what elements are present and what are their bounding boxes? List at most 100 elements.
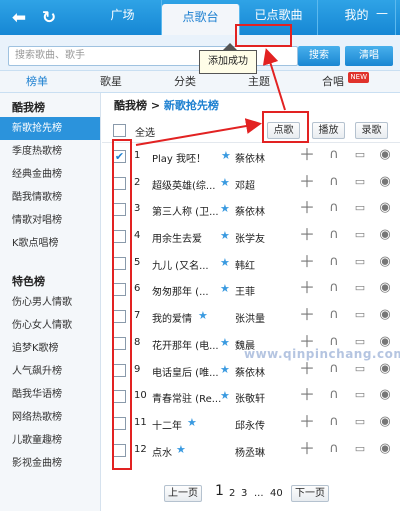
sidebar-item[interactable]: 儿歌童趣榜: [0, 429, 100, 452]
next-page-button[interactable]: 下一页: [291, 485, 329, 502]
song-row[interactable]: 2 超级英雄(综... ★ 邓超＋ ∩ ▭ ◉: [102, 170, 400, 197]
song-row[interactable]: 7 我的爱情 ★ 张洪量 ＋ ∩ ▭ ◉: [102, 303, 400, 330]
record-dot-icon[interactable]: ◉: [378, 201, 392, 215]
sidebar-item[interactable]: 情歌对唱榜: [0, 209, 100, 232]
sidebar-item[interactable]: 网络热歌榜: [0, 406, 100, 429]
tab-themes[interactable]: 主题: [222, 71, 296, 92]
add-icon[interactable]: ＋: [299, 413, 315, 429]
add-icon[interactable]: ＋: [299, 227, 315, 243]
headphones-icon[interactable]: ∩: [327, 441, 341, 456]
tab-genres[interactable]: 分类: [148, 71, 222, 92]
headphones-icon[interactable]: ∩: [327, 388, 341, 402]
song-row[interactable]: 12 点水 ★ 杨丞琳 ＋ ∩ ▭ ◉: [102, 437, 400, 464]
tab-duet[interactable]: 合唱 NEW: [296, 71, 370, 92]
page-link[interactable]: 2: [229, 485, 235, 502]
breadcrumb-parent[interactable]: 酷我榜 >: [114, 99, 160, 112]
record-dot-icon[interactable]: ◉: [378, 228, 392, 242]
tv-icon[interactable]: ▭: [353, 308, 367, 322]
song-artist[interactable]: 邓超: [235, 177, 255, 192]
sidebar-item[interactable]: 人气飙升榜: [0, 360, 100, 383]
sidebar-item[interactable]: 酷我华语榜: [0, 383, 100, 406]
song-artist[interactable]: 蔡依林: [235, 150, 265, 165]
song-row[interactable]: 4 用余生去爱 ★ 张学友＋ ∩ ▭ ◉: [102, 223, 400, 250]
song-artist[interactable]: 张敬轩: [235, 390, 265, 405]
sidebar-item[interactable]: 追梦K歌榜: [0, 337, 100, 360]
song-artist[interactable]: 王菲: [235, 283, 255, 298]
tv-icon[interactable]: ▭: [353, 148, 367, 162]
song-row[interactable]: 6 匆匆那年 (... ★ 王菲＋ ∩ ▭ ◉: [102, 276, 400, 303]
page-link[interactable]: 3: [241, 485, 247, 502]
select-all-checkbox[interactable]: [113, 124, 126, 137]
sidebar-item[interactable]: 酷我情歌榜: [0, 186, 100, 209]
record-button[interactable]: 录歌: [355, 122, 388, 139]
add-icon[interactable]: ＋: [299, 387, 315, 403]
record-dot-icon[interactable]: ◉: [378, 308, 392, 322]
song-artist[interactable]: 张洪量: [235, 310, 265, 325]
record-dot-icon[interactable]: ◉: [378, 414, 392, 429]
tv-icon[interactable]: ▭: [353, 388, 367, 402]
song-artist[interactable]: 蔡依林: [235, 203, 265, 218]
tv-icon[interactable]: ▭: [353, 255, 367, 269]
prev-page-button[interactable]: 上一页: [164, 485, 202, 502]
song-row[interactable]: 3 第三人称 (卫... ★ 蔡依林＋ ∩ ▭ ◉: [102, 196, 400, 223]
song-artist[interactable]: 韩红: [235, 257, 255, 272]
sidebar-item[interactable]: 伤心女人情歌: [0, 314, 100, 337]
song-artist[interactable]: 邱永传: [235, 417, 265, 432]
record-dot-icon[interactable]: ◉: [378, 388, 392, 402]
select-all-label[interactable]: 全选: [135, 124, 155, 139]
sidebar-item[interactable]: 季度热歌榜: [0, 140, 100, 163]
headphones-icon[interactable]: ∩: [327, 148, 341, 162]
tab-square[interactable]: 广场: [84, 0, 162, 35]
sidebar-item[interactable]: 影视金曲榜: [0, 452, 100, 475]
refresh-icon[interactable]: ↻: [38, 7, 60, 29]
song-title[interactable]: 点水: [152, 444, 237, 459]
minimize-icon[interactable]: —: [376, 6, 388, 20]
headphones-icon[interactable]: ∩: [327, 281, 341, 295]
add-icon[interactable]: ＋: [299, 253, 315, 269]
headphones-icon[interactable]: ∩: [327, 308, 341, 322]
add-icon[interactable]: ＋: [299, 440, 315, 456]
add-icon[interactable]: ＋: [299, 360, 315, 376]
tab-song-request[interactable]: 点歌台: [162, 4, 240, 35]
acapella-button[interactable]: 清唱: [345, 46, 393, 66]
headphones-icon[interactable]: ∩: [327, 254, 341, 269]
tab-charts[interactable]: 榜单: [0, 71, 74, 92]
song-artist[interactable]: 张学友: [235, 230, 265, 245]
add-icon[interactable]: ＋: [299, 173, 315, 189]
sidebar-item-new-songs[interactable]: 新歌抢先榜: [0, 117, 100, 140]
tv-icon[interactable]: ▭: [353, 415, 367, 429]
record-dot-icon[interactable]: ◉: [378, 441, 392, 456]
song-artist[interactable]: 蔡依林: [235, 364, 265, 379]
tv-icon[interactable]: ▭: [353, 175, 367, 189]
search-button[interactable]: 搜索: [298, 46, 340, 66]
sidebar-item[interactable]: 伤心男人情歌: [0, 291, 100, 314]
record-dot-icon[interactable]: ◉: [378, 281, 392, 295]
sidebar-item[interactable]: 经典金曲榜: [0, 163, 100, 186]
play-button[interactable]: 播放: [312, 122, 345, 139]
song-title[interactable]: 我的爱情: [152, 310, 237, 325]
record-dot-icon[interactable]: ◉: [378, 361, 392, 376]
tab-singers[interactable]: 歌星: [74, 71, 148, 92]
tv-icon[interactable]: ▭: [353, 228, 367, 242]
record-dot-icon[interactable]: ◉: [378, 174, 392, 189]
song-artist[interactable]: 杨丞琳: [235, 444, 265, 459]
tv-icon[interactable]: ▭: [353, 442, 367, 456]
headphones-icon[interactable]: ∩: [327, 174, 341, 189]
song-row[interactable]: 11 十二年 ★ 邱永传＋ ∩ ▭ ◉: [102, 410, 400, 437]
record-dot-icon[interactable]: ◉: [378, 148, 392, 162]
song-row[interactable]: 10 青春常驻 (Re... ★ 张敬轩＋ ∩ ▭ ◉: [102, 383, 400, 410]
headphones-icon[interactable]: ∩: [327, 228, 341, 242]
tv-icon[interactable]: ▭: [353, 362, 367, 376]
add-icon[interactable]: ＋: [299, 147, 315, 163]
tv-icon[interactable]: ▭: [353, 201, 367, 215]
sidebar-item[interactable]: K歌点唱榜: [0, 232, 100, 255]
page-link-last[interactable]: 40: [270, 485, 283, 502]
record-dot-icon[interactable]: ◉: [378, 254, 392, 269]
add-icon[interactable]: ＋: [299, 200, 315, 216]
add-icon[interactable]: ＋: [299, 307, 315, 323]
back-arrow-icon[interactable]: ⬅: [8, 7, 30, 29]
headphones-icon[interactable]: ∩: [327, 361, 341, 376]
song-row[interactable]: 5 九儿 (又名... ★ 韩红＋ ∩ ▭ ◉: [102, 250, 400, 277]
tv-icon[interactable]: ▭: [353, 281, 367, 295]
headphones-icon[interactable]: ∩: [327, 201, 341, 215]
